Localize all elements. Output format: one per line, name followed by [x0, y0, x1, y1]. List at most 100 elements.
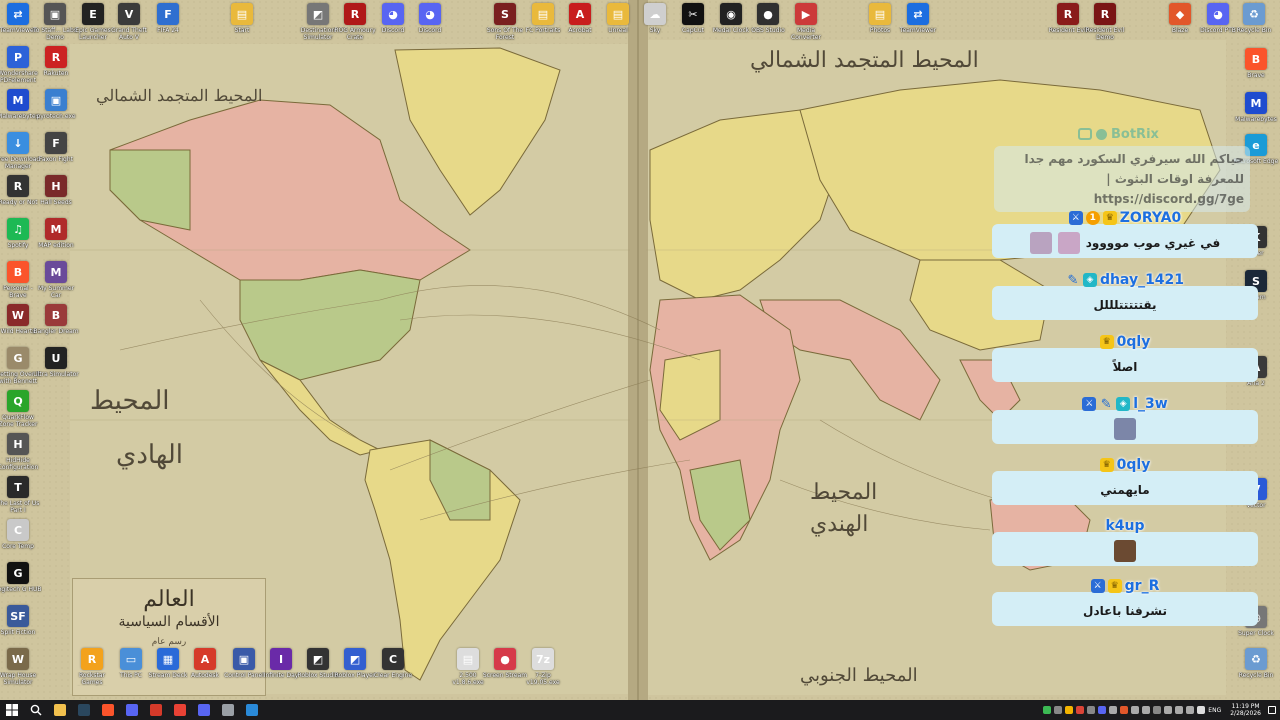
chat-message-text: تشرفنا باعادل [1083, 604, 1167, 618]
autodesk-icon [150, 704, 162, 716]
desktop-icon-the-last-of-us-part-i[interactable]: T The Last of Us Part I [0, 476, 40, 520]
taskbar-app-discord-ptb[interactable] [192, 700, 216, 720]
desktop-icon-malwarebytes[interactable]: M Malwarebytes [1234, 92, 1278, 136]
taskbar-app-chrome[interactable] [168, 700, 192, 720]
notification-icon[interactable] [1268, 706, 1276, 714]
desktop-icon-recycle-bin[interactable]: ♻ Recycle Bin [1234, 648, 1278, 692]
coretemp-icon: C [7, 519, 29, 541]
taskbar-app-app[interactable] [240, 700, 264, 720]
taskbar-app-file-explorer[interactable] [48, 700, 72, 720]
desktop-icon-faxon-fight[interactable]: F Faxon Fight [34, 132, 78, 176]
desktop-icon-clear-engine[interactable]: C Clear Engine [371, 648, 415, 692]
sword-badge-icon: ⚔ [1068, 211, 1083, 225]
game-icon: T [7, 476, 29, 498]
taskbar: ENG 11:19 PM 2/28/2026 [0, 700, 1280, 720]
map-label-arctic-right: المحيط المتجمد الشمالي [750, 48, 979, 73]
search-button[interactable] [24, 700, 48, 720]
teamviewer-icon: ⇄ [907, 3, 929, 25]
desktop-icon-logitech-g-hub[interactable]: G Logitech G HUB [0, 562, 42, 606]
crown-badge-icon: ♛ [1107, 579, 1122, 593]
tray-app-icon[interactable] [1197, 706, 1206, 714]
chat-message-header: ⚔ ✎ ◈ l_3w [992, 394, 1258, 414]
tray-app-icon[interactable] [1186, 706, 1195, 714]
logitech-icon: G [7, 562, 29, 584]
tray-app-icon[interactable] [1065, 706, 1074, 714]
verified-icon [1096, 128, 1107, 140]
desktop-icon-hidhide-configuration[interactable]: H HidHide Configuration [0, 433, 40, 477]
game-icon: R [1094, 3, 1116, 25]
desktop-icon-discord[interactable]: ◕ Discord [408, 3, 452, 47]
desktop-icon-label: Logitech G HUB [0, 586, 42, 593]
tray-app-icon[interactable] [1142, 706, 1151, 714]
desktop-icon-label: Start [234, 27, 250, 34]
desktop-icon-brave[interactable]: B Brave [1234, 48, 1278, 92]
desktop-icon-start[interactable]: ▤ Start [220, 3, 264, 47]
chat-message-header: ♛ 0qly [992, 332, 1258, 352]
rockstar-icon: R [81, 648, 103, 670]
clock[interactable]: 11:19 PM 2/28/2026 [1230, 703, 1261, 717]
desktop-icon-pyrotech-exe[interactable]: ▣ pyrotech.exe [34, 89, 78, 133]
desktop-icon-label: The Last of Us Part I [0, 500, 40, 514]
tray-app-icon[interactable] [1076, 706, 1085, 714]
chat-bot-header: BotRix [1078, 126, 1159, 142]
desktop-icon-split-fiction[interactable]: SF Split Fiction [0, 605, 40, 649]
desktop-icon-hall-seeds[interactable]: H Hall Seeds [34, 175, 78, 219]
tray-app-icon[interactable] [1098, 706, 1107, 714]
desktop-icon-7-zip-v19-05-exe[interactable]: 7z 7-Zip v19.05.exe [521, 648, 565, 692]
game-icon: I [270, 648, 292, 670]
taskbar-app-discord[interactable] [120, 700, 144, 720]
tray-app-icon[interactable] [1120, 706, 1129, 714]
desktop-icon-core-temp[interactable]: C Core Temp [0, 519, 40, 563]
game-icon: H [45, 175, 67, 197]
desktop-icon-teamviewer[interactable]: ⇄ TeamViewer [896, 3, 940, 47]
tray-app-icon[interactable] [1087, 706, 1096, 714]
desktop-icon-wrap-house-simulator[interactable]: W Wrap House Simulator [0, 648, 40, 692]
tray-app-icon[interactable] [1109, 706, 1118, 714]
crown-badge-icon: ♛ [1099, 458, 1114, 472]
malwarebytes-icon: M [7, 89, 29, 111]
language-indicator[interactable]: ENG [1208, 707, 1221, 714]
taskbar-app-steam[interactable] [72, 700, 96, 720]
desktop-icon-label: Rakuten [43, 70, 69, 77]
sky-icon: ☁ [644, 3, 666, 25]
desktop-icon-my-summer-car[interactable]: M My Summer Car [34, 261, 78, 305]
autodesk-icon: A [194, 648, 216, 670]
tray-app-icon[interactable] [1164, 706, 1173, 714]
gem-badge-icon: ◈ [1082, 273, 1097, 287]
desktop-icon-rakuten[interactable]: R Rakuten [34, 46, 78, 90]
map-label-indian-1: المحيط [810, 480, 878, 505]
map-title: العالم [143, 587, 195, 612]
game-icon: SF [7, 605, 29, 627]
taskbar-app-brave[interactable] [96, 700, 120, 720]
desktop-icon-media-converter[interactable]: ▶ Media Converter [784, 3, 828, 47]
desktop-icon-resident-evil-demo[interactable]: R Resident Evil Demo [1083, 3, 1127, 47]
obs-icon: ● [757, 3, 779, 25]
tray-app-icon[interactable] [1043, 706, 1052, 714]
chat-message-bubble: مايهمني [992, 471, 1258, 505]
desktop-icon-quarkflow-zone-tracker[interactable]: Q QuarkFlow Zone Tracker [0, 390, 40, 434]
chat-message: ♛ 0qly مايهمني [992, 455, 1258, 505]
tray-app-icon[interactable] [1054, 706, 1063, 714]
desktop-icon-map-edition[interactable]: M MAP edition [34, 218, 78, 262]
chat-message: ⚔ 1 ♛ ZORYA0 في غيري موب موووود [992, 208, 1258, 258]
discord-icon [126, 704, 138, 716]
desktop-icon-bangler-dream[interactable]: B Bangler Dream [33, 304, 79, 348]
desktop-icon-ultra-simulator[interactable]: U Ultra Simulator [33, 347, 79, 391]
taskbar-app-autodesk[interactable] [144, 700, 168, 720]
folder-icon: ▤ [231, 3, 253, 25]
chat-message: ♛ 0qly اصلاً [992, 332, 1258, 382]
tray-app-icon[interactable] [1153, 706, 1162, 714]
fifa-icon: F [157, 3, 179, 25]
tray-app-icon[interactable] [1175, 706, 1184, 714]
start-button[interactable] [0, 700, 24, 720]
desktop-icon-fifa-24[interactable]: F FIFA 24 [146, 3, 190, 47]
tray-app-icon[interactable] [1131, 706, 1140, 714]
discord-icon: ◕ [419, 3, 441, 25]
discord-icon: ◕ [382, 3, 404, 25]
taskbar-app-settings[interactable] [216, 700, 240, 720]
desktop-icon-label: 7-Zip v19.05.exe [526, 672, 560, 686]
simulator-icon: ◩ [307, 3, 329, 25]
map-label-arctic-left: المحيط المتجمد الشمالي [96, 86, 263, 105]
desktop-icon-recycle-bin[interactable]: ♻ Recycle Bin [1232, 3, 1276, 47]
teamviewer-icon: ⇄ [7, 3, 29, 25]
